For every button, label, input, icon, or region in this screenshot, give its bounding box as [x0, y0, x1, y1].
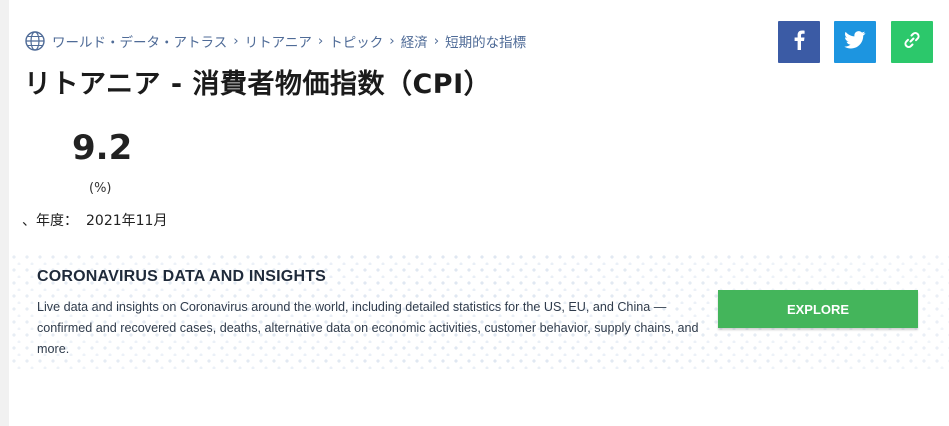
facebook-icon	[791, 30, 807, 54]
page-title: リトアニア - 消費者物価指数（CPI）	[24, 69, 492, 100]
breadcrumb-separator: ›	[317, 33, 324, 49]
indicator-unit: (%)	[89, 181, 112, 196]
indicator-value: 9.2	[72, 128, 133, 168]
link-icon	[903, 31, 921, 53]
globe-icon	[24, 30, 46, 52]
breadcrumb-separator: ›	[233, 33, 239, 49]
twitter-share-button[interactable]	[834, 21, 876, 63]
year-label: 、年度：	[22, 213, 78, 229]
breadcrumb-separator: ›	[433, 33, 440, 49]
facebook-share-button[interactable]	[778, 21, 820, 63]
banner-heading: CORONAVIRUS DATA AND INSIGHTS	[37, 268, 327, 285]
breadcrumb-separator: ›	[389, 33, 395, 49]
twitter-icon	[844, 31, 866, 53]
breadcrumb-item-lithuania[interactable]: リトアニア	[245, 31, 312, 51]
breadcrumb-item-economy[interactable]: 経済	[401, 31, 428, 51]
copy-link-button[interactable]	[891, 21, 933, 63]
banner-description: Live data and insights on Coronavirus ar…	[37, 300, 699, 356]
breadcrumb-item-topics[interactable]: トピック	[329, 31, 383, 51]
explore-button[interactable]: EXPLORE	[718, 290, 918, 328]
breadcrumb-item-short-term-indicators[interactable]: 短期的な指標	[445, 31, 526, 51]
year-value: 2021年11月	[86, 213, 168, 229]
breadcrumb: ワールド・データ・アトラス › リトアニア › トピック › 経済 › 短期的な…	[24, 30, 526, 52]
breadcrumb-item-world-atlas[interactable]: ワールド・データ・アトラス	[52, 31, 227, 51]
indicator-year: 、年度： 2021年11月	[22, 210, 167, 230]
